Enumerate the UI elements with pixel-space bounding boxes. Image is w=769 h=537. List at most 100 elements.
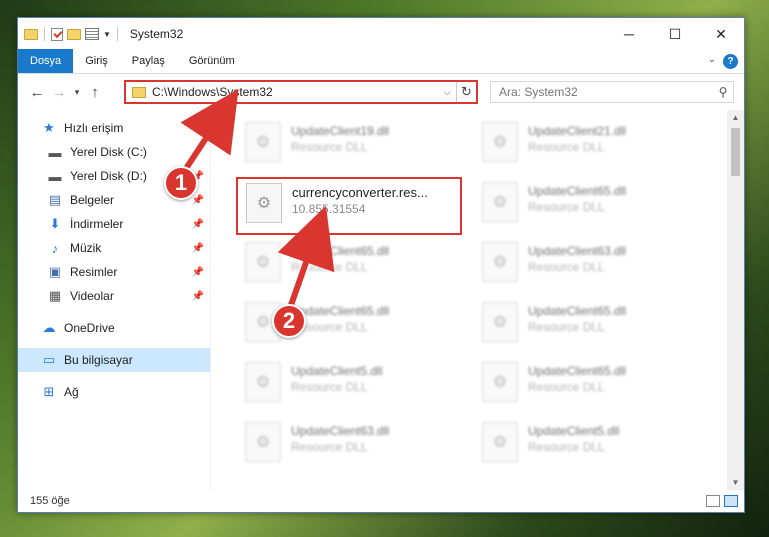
- file-name: UpdateClient5.dll: [528, 424, 620, 438]
- sidebar-item-label: Ağ: [64, 385, 79, 399]
- properties-check-icon[interactable]: [51, 27, 63, 41]
- sidebar-item-label: Hızlı erişim: [64, 121, 124, 135]
- sidebar-item-label: OneDrive: [64, 321, 115, 335]
- forward-arrow-icon[interactable]: →: [48, 84, 70, 101]
- file-list: ▲ ▼ ⚙ UpdateClient19.dll Resource DLL ⚙ Upda…: [211, 110, 744, 490]
- pin-icon[interactable]: 📌: [192, 243, 204, 254]
- view-icon[interactable]: [85, 28, 99, 40]
- back-arrow-icon[interactable]: ←: [26, 84, 48, 101]
- download-icon: ⬇: [49, 216, 61, 231]
- chevron-down-icon[interactable]: ⌄: [708, 54, 716, 65]
- step-1-badge: 1: [164, 166, 198, 200]
- maximize-button[interactable]: ☐: [652, 18, 698, 50]
- pin-icon[interactable]: 📌: [192, 267, 204, 278]
- search-input[interactable]: [499, 85, 713, 99]
- help-icon[interactable]: ?: [723, 54, 738, 69]
- dll-file-icon: ⚙: [245, 362, 281, 402]
- up-arrow-icon[interactable]: ↑: [84, 84, 106, 101]
- file-item[interactable]: ⚙ UpdateClient65.dll Resource DLL: [474, 298, 699, 350]
- sidebar-item-1[interactable]: ▬ Yerel Disk (C:) 📌: [18, 140, 210, 164]
- dll-file-icon: ⚙: [245, 422, 281, 462]
- folder-icon: [24, 28, 38, 40]
- address-row: ← → ▾ ↑ C:\Windows\System32 ⌵ ↻ ⚲: [18, 74, 744, 110]
- file-item[interactable]: ⚙ UpdateClient65.dll Resource DLL: [237, 238, 462, 290]
- star-icon: ★: [43, 120, 55, 135]
- pin-icon[interactable]: 📌: [192, 219, 204, 230]
- sidebar-item-7[interactable]: ▦ Videolar 📌: [18, 284, 210, 308]
- pin-icon[interactable]: 📌: [192, 195, 204, 206]
- tab-1[interactable]: Giriş: [73, 49, 120, 73]
- file-name: UpdateClient19.dll: [291, 124, 390, 138]
- sidebar-item-0[interactable]: ★ Hızlı erişim: [18, 116, 210, 140]
- pin-icon[interactable]: 📌: [192, 147, 204, 158]
- tab-2[interactable]: Paylaş: [120, 49, 177, 73]
- address-path[interactable]: C:\Windows\System32: [152, 85, 438, 99]
- file-description: Resource DLL: [528, 200, 605, 214]
- status-bar: 155 öğe: [18, 490, 744, 512]
- pin-icon[interactable]: 📌: [192, 291, 204, 302]
- window-title: System32: [129, 27, 184, 41]
- dll-file-icon: ⚙: [482, 362, 518, 402]
- file-item[interactable]: ⚙ UpdateClient21.dll Resource DLL: [474, 118, 699, 170]
- pictures-icon: ▣: [48, 264, 62, 279]
- sidebar-item-9[interactable]: ▭ Bu bilgisayar: [18, 348, 210, 372]
- quick-access-toolbar: ▼: [24, 27, 120, 41]
- sidebar-item-5[interactable]: ♪ Müzik 📌: [18, 236, 210, 260]
- file-name: UpdateClient63.dll: [528, 244, 627, 258]
- main-area: ★ Hızlı erişim ▬ Yerel Disk (C:) 📌 ▬ Yerel Dis…: [18, 110, 744, 490]
- scroll-up-icon[interactable]: ▲: [727, 113, 744, 122]
- large-icons-view-icon[interactable]: [724, 495, 738, 507]
- file-description: Resource DLL: [528, 140, 605, 154]
- cloud-icon: ☁: [42, 320, 56, 335]
- step-2-badge: 2: [272, 304, 306, 338]
- file-item[interactable]: ⚙ UpdateClient65.dll Resource DLL: [474, 358, 699, 410]
- drive-icon: ▬: [48, 144, 62, 160]
- tab-0[interactable]: Dosya: [18, 49, 74, 73]
- sidebar-item-6[interactable]: ▣ Resimler 📌: [18, 260, 210, 284]
- file-name: currencyconverter.res...: [292, 185, 428, 200]
- network-icon: ⊞: [43, 384, 55, 399]
- dll-file-icon: ⚙: [482, 302, 518, 342]
- file-description: Resource DLL: [528, 320, 605, 334]
- computer-icon: ▭: [42, 352, 56, 367]
- dll-file-icon: ⚙: [482, 242, 518, 282]
- sidebar-item-label: Videolar: [70, 289, 114, 303]
- file-item[interactable]: ⚙ UpdateClient5.dll Resource DLL: [237, 358, 462, 410]
- music-icon: ♪: [51, 240, 59, 256]
- file-description: Resource DLL: [528, 260, 605, 274]
- file-item[interactable]: ⚙ UpdateClient63.dll Resource DLL: [237, 418, 462, 470]
- chevron-down-icon[interactable]: ⌵: [438, 87, 456, 98]
- search-box[interactable]: ⚲: [490, 81, 734, 103]
- ribbon-tabs: ⌄ ? Dosya Giriş Paylaş Görünüm: [18, 49, 744, 74]
- minimize-button[interactable]: ─: [606, 18, 652, 50]
- scrollbar-thumb[interactable]: [731, 128, 740, 176]
- scroll-down-icon[interactable]: ▼: [727, 478, 744, 487]
- refresh-icon[interactable]: ↻: [456, 82, 476, 102]
- file-item[interactable]: ⚙ UpdateClient65.dll Resource DLL: [474, 178, 699, 230]
- file-item[interactable]: ⚙ currencyconverter.res... 10.855.31554: [236, 177, 462, 235]
- vertical-scrollbar[interactable]: ▲ ▼: [727, 110, 744, 490]
- dll-file-icon: ⚙: [245, 122, 281, 162]
- sidebar-item-label: Müzik: [70, 241, 102, 255]
- sidebar-item-10[interactable]: ⊞ Ağ: [18, 380, 210, 404]
- details-view-icon[interactable]: [706, 495, 720, 507]
- sidebar-item-4[interactable]: ⬇ İndirmeler 📌: [18, 212, 210, 236]
- new-folder-icon[interactable]: [67, 28, 81, 40]
- tab-3[interactable]: Görünüm: [177, 49, 247, 73]
- customize-toolbar-icon[interactable]: ▼: [103, 30, 111, 39]
- file-item[interactable]: ⚙ UpdateClient63.dll Resource DLL: [474, 238, 699, 290]
- explorer-window: ▼ System32 ─ ☐ ✕ ⌄ ? Dosya Giriş Paylaş Gör…: [17, 17, 745, 513]
- file-description: Resource DLL: [528, 440, 605, 454]
- address-bar[interactable]: C:\Windows\System32 ⌵ ↻: [124, 80, 478, 104]
- file-item[interactable]: ⚙ UpdateClient65.dll Resource DLL: [237, 298, 462, 350]
- sidebar-item-8[interactable]: ☁ OneDrive: [18, 316, 210, 340]
- file-item[interactable]: ⚙ UpdateClient19.dll Resource DLL: [237, 118, 462, 170]
- file-name: UpdateClient65.dll: [528, 304, 627, 318]
- video-icon: ▦: [48, 288, 62, 303]
- close-button[interactable]: ✕: [698, 18, 744, 50]
- recent-locations-icon[interactable]: ▾: [70, 87, 84, 98]
- file-description: Resource DLL: [291, 140, 368, 154]
- file-item[interactable]: ⚙ UpdateClient5.dll Resource DLL: [474, 418, 699, 470]
- file-description: Resource DLL: [291, 260, 368, 274]
- search-icon[interactable]: ⚲: [713, 85, 733, 99]
